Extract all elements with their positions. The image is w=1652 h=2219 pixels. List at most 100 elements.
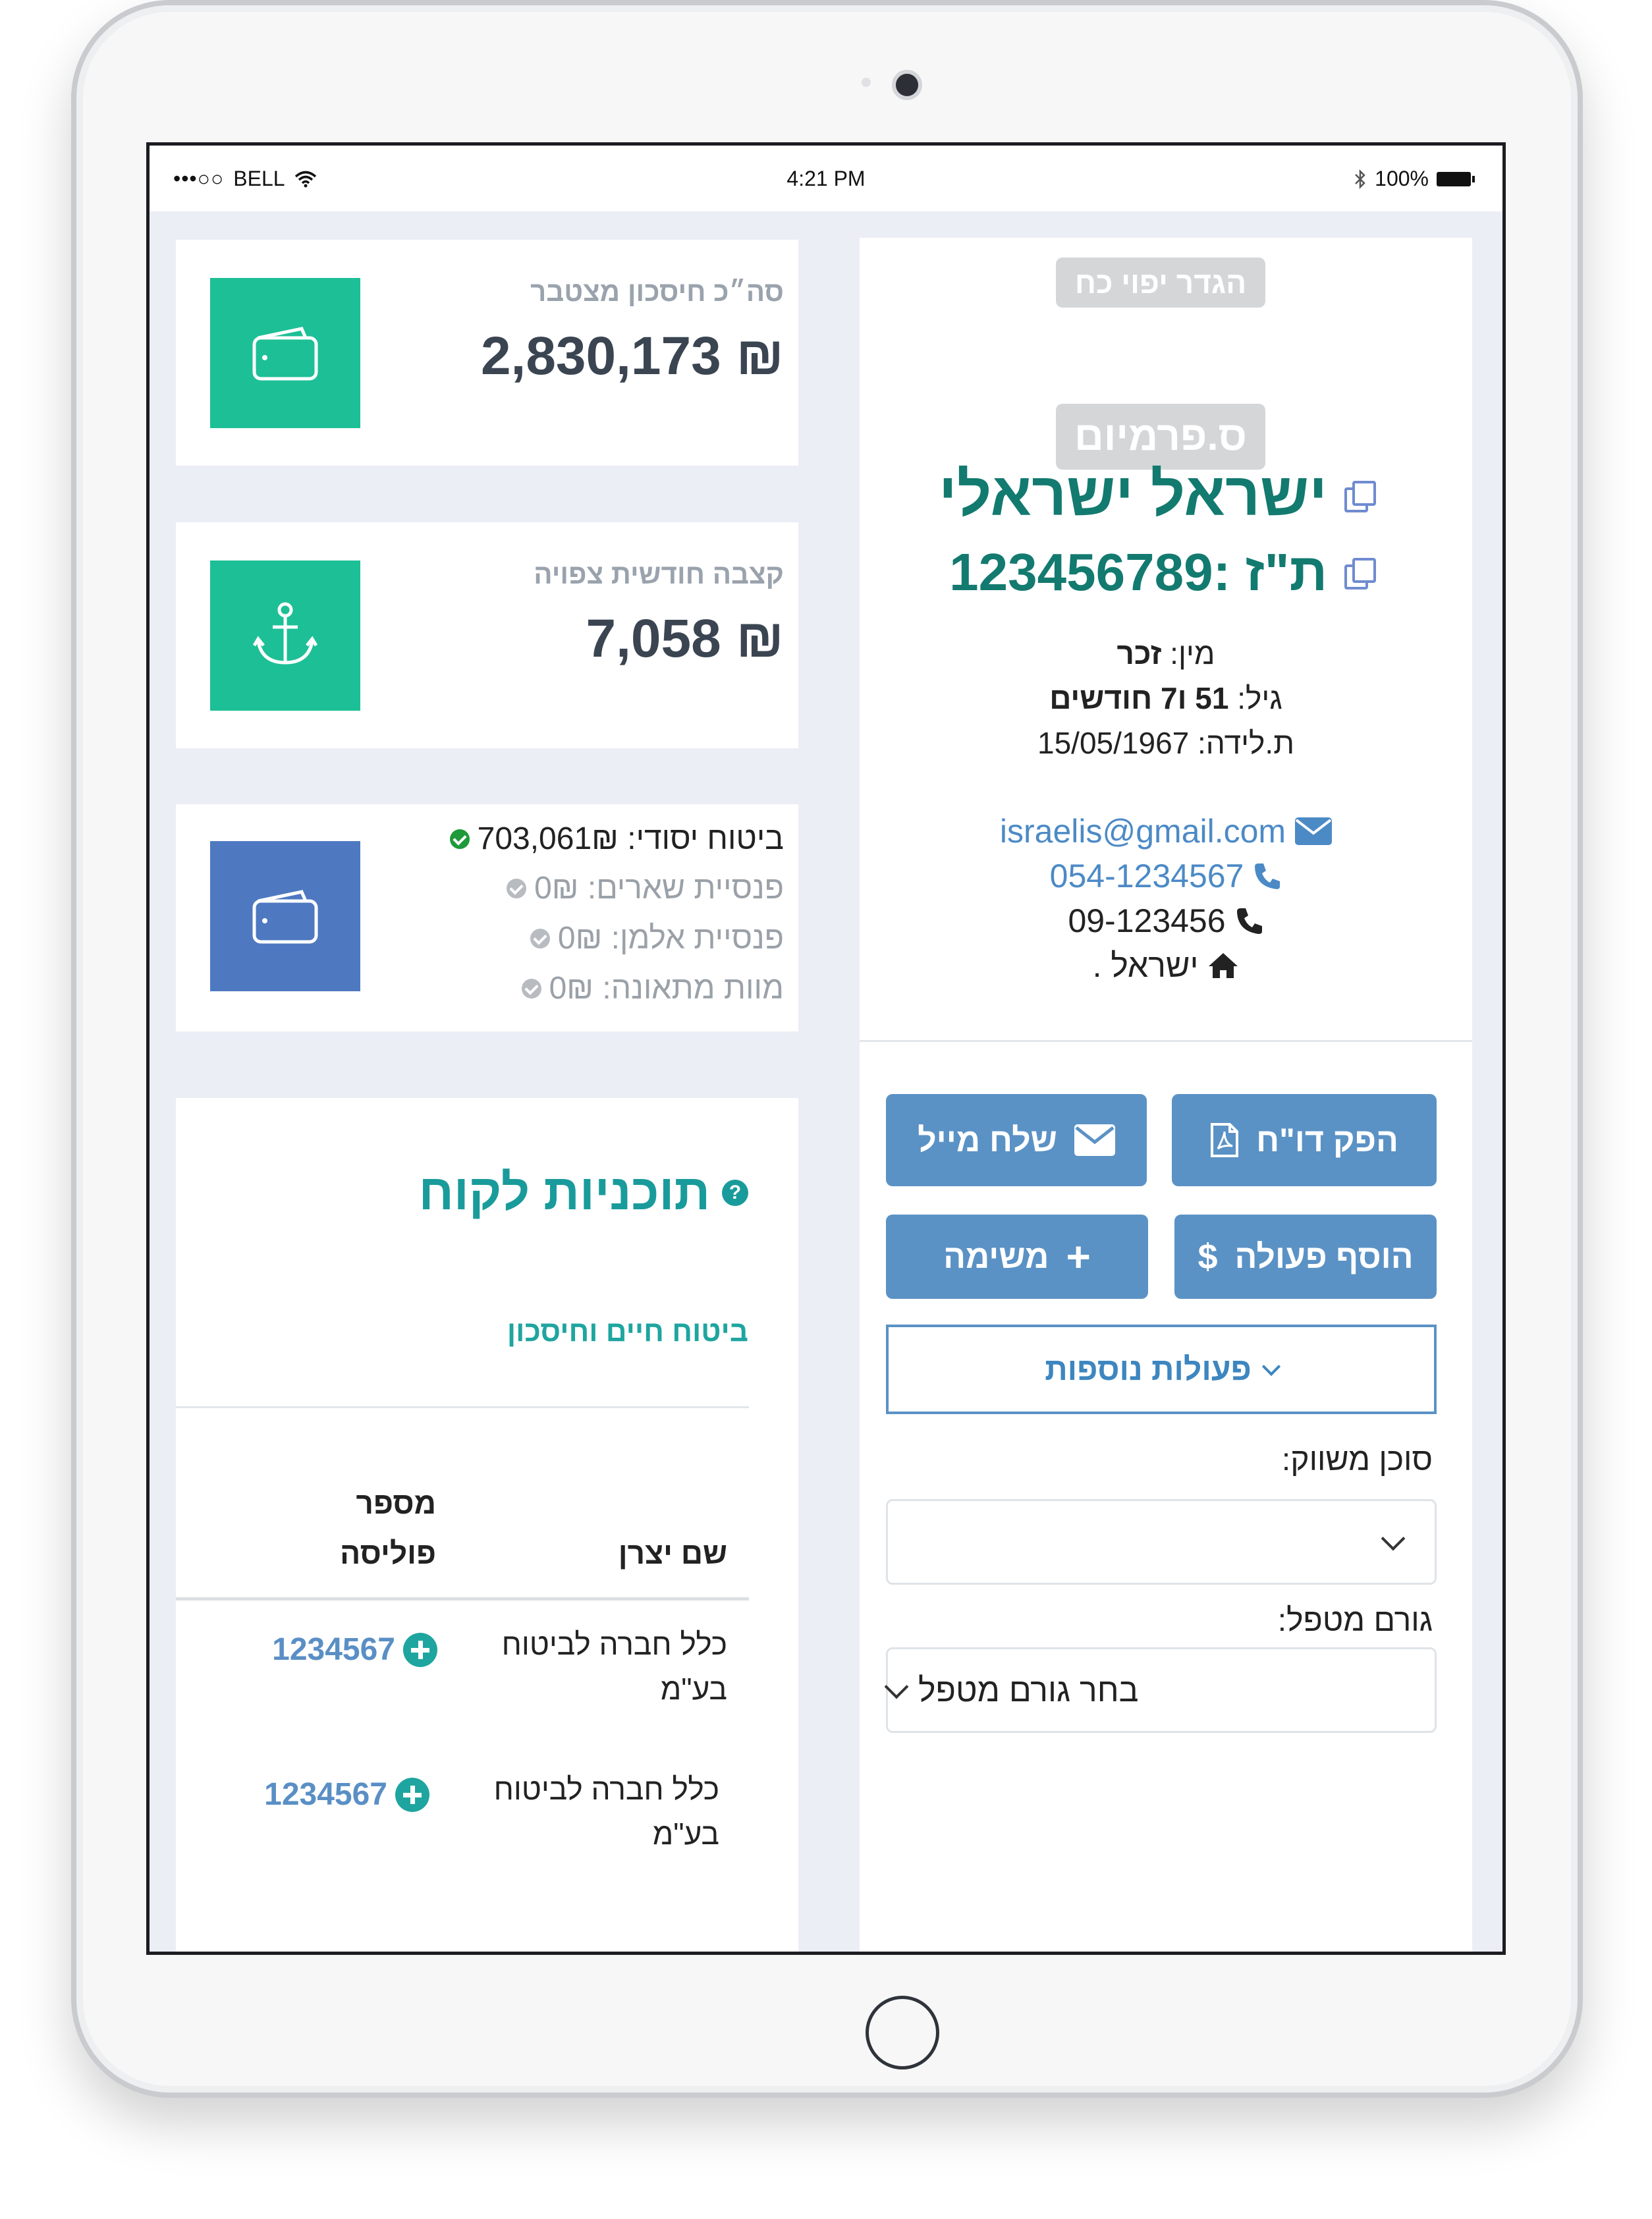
envelope-icon: [1074, 1124, 1115, 1156]
gender-value: זכר: [1116, 636, 1162, 671]
add-task-label[interactable]: משימה: [943, 1238, 1049, 1276]
anchor-icon: [210, 561, 360, 711]
wallet-icon: [210, 278, 360, 428]
plus-circle-icon[interactable]: [403, 1632, 437, 1667]
plus-icon: +: [1066, 1233, 1091, 1280]
phone-line[interactable]: 09-123456: [860, 902, 1472, 940]
plans-category-link[interactable]: ביטוח חיים וחיסכון: [507, 1315, 748, 1348]
handler-select[interactable]: בחר גורם מטפל: [884, 1647, 1437, 1733]
address-line: ישראל .: [860, 946, 1472, 985]
home-icon: [1209, 953, 1238, 978]
client-id-text: ת"ז :123456789: [949, 543, 1327, 601]
status-time: 4:21 PM: [786, 167, 866, 190]
generate-report-button[interactable]: הפק דו"ח: [1172, 1094, 1437, 1186]
more-actions-label[interactable]: פעולות נוספות: [1045, 1352, 1252, 1388]
add-action-button[interactable]: $ הוסף פעולה: [1174, 1215, 1437, 1299]
coverage-accidental-death: מוות מתאונה: 0₪: [521, 970, 784, 1006]
coverage-basic: ביטוח יסודי: 703,061₪: [449, 821, 784, 857]
help-icon[interactable]: ?: [722, 1179, 748, 1206]
manufacturer-cell-line2: בע"מ: [652, 1817, 719, 1851]
manufacturer-cell-line1: כלל חברה לביטוח: [501, 1627, 727, 1661]
screen: •••○○ BELL 4:21 PM 100% סה״כ חיסכון מצטב…: [146, 142, 1506, 1955]
age-value: 51 ו7 חודשים: [1049, 681, 1229, 715]
chevron-down-icon: [1261, 1357, 1280, 1377]
col-policy-header-line2: פוליסה: [340, 1536, 436, 1570]
wallet-icon: [210, 841, 360, 991]
handler-label: גורם מטפל:: [1277, 1603, 1433, 1638]
copy-icon[interactable]: [1343, 557, 1376, 589]
coverage-survivors: פנסיית שארים: 0₪: [507, 870, 784, 906]
coverage-widow: פנסיית אלמן: 0₪: [530, 920, 784, 956]
total-savings-value: ₪ 2,830,173: [480, 326, 784, 386]
copy-icon[interactable]: [1343, 479, 1376, 512]
coverage-survivors-label: פנסיית שארים: 0₪: [534, 871, 784, 906]
total-savings-card: סה״כ חיסכון מצטבר ₪ 2,830,173: [176, 240, 798, 466]
manufacturer-cell-line2: בע"מ: [660, 1672, 727, 1706]
handler-value[interactable]: בחר גורם מטפל: [918, 1671, 1139, 1709]
dollar-icon: $: [1198, 1237, 1218, 1276]
send-email-button[interactable]: שלח מייל: [886, 1094, 1147, 1186]
client-name: ישראל ישראלי: [938, 460, 1376, 530]
send-email-label[interactable]: שלח מייל: [918, 1121, 1057, 1159]
premium-badge: ס.פרמיום: [1056, 404, 1265, 470]
envelope-icon: [1295, 817, 1333, 845]
add-action-label[interactable]: הוסף פעולה: [1235, 1238, 1414, 1276]
phone-icon: [1236, 908, 1262, 934]
manufacturer-cell-line1: כלל חברה לביטוח: [493, 1772, 719, 1806]
age-label: גיל:: [1237, 681, 1282, 715]
email-line[interactable]: israelis@gmail.com: [860, 812, 1472, 850]
plans-title: תוכניות לקוח ?: [419, 1164, 748, 1221]
phone-number[interactable]: 09-123456: [1068, 902, 1225, 940]
marketing-agent-select[interactable]: [886, 1499, 1437, 1585]
add-task-button[interactable]: משימה +: [886, 1215, 1148, 1299]
age-line: גיל: 51 ו7 חודשים: [860, 680, 1472, 716]
client-profile-card: הגדר יפוי כח ס.פרמיום ישראל ישראלי ת"ז :…: [860, 238, 1472, 1952]
mobile-link[interactable]: 054-1234567: [1050, 857, 1244, 895]
phone-icon: [1255, 863, 1280, 889]
col-manufacturer-header: שם יצרן: [618, 1536, 727, 1570]
policy-cell[interactable]: 1234567: [264, 1776, 429, 1813]
more-actions-dropdown[interactable]: פעולות נוספות: [886, 1325, 1437, 1414]
monthly-annuity-label: קצבה חודשית צפויה: [534, 559, 784, 589]
client-name-text: ישראל ישראלי: [938, 461, 1327, 528]
bluetooth-icon: [1355, 169, 1365, 189]
chevron-down-icon: [1381, 1526, 1406, 1551]
check-circle-icon: [521, 978, 541, 999]
battery-percent: 100%: [1375, 167, 1429, 190]
home-button[interactable]: [866, 1996, 939, 2069]
coverage-basic-label: ביטוח יסודי: 703,061₪: [477, 821, 784, 856]
gender-line: מין: זכר: [860, 636, 1472, 671]
light-sensor: [862, 78, 871, 87]
pdf-icon: [1211, 1123, 1239, 1157]
marketing-agent-label: סוכן משווק:: [1281, 1442, 1433, 1477]
check-circle-icon: [530, 928, 550, 948]
gender-label: מין:: [1170, 636, 1215, 671]
divider: [860, 1040, 1472, 1042]
policy-number[interactable]: 1234567: [272, 1631, 395, 1668]
chevron-down-icon: [884, 1674, 909, 1699]
col-policy-header-line1: מספר: [356, 1486, 436, 1520]
battery-icon: [1437, 171, 1475, 186]
plus-circle-icon[interactable]: [395, 1777, 429, 1812]
monthly-annuity-value: ₪ 7,058: [586, 609, 784, 669]
coverage-card: ביטוח יסודי: 703,061₪ פנסיית שארים: 0₪ פ…: [176, 804, 798, 1031]
check-circle-icon: [449, 829, 470, 849]
birth-label: ת.לידה:: [1198, 726, 1294, 760]
power-of-attorney-badge[interactable]: הגדר יפוי כח: [1056, 258, 1265, 308]
check-circle-icon: [507, 878, 527, 898]
address-text: ישראל .: [1092, 947, 1199, 984]
front-camera: [892, 70, 922, 100]
coverage-accidental-death-label: מוות מתאונה: 0₪: [549, 971, 784, 1006]
client-id: ת"ז :123456789: [949, 542, 1376, 603]
policy-number[interactable]: 1234567: [264, 1776, 387, 1813]
client-plans-card: תוכניות לקוח ? ביטוח חיים וחיסכון מספר פ…: [176, 1098, 798, 1952]
coverage-widow-label: פנסיית אלמן: 0₪: [557, 921, 784, 956]
policy-cell[interactable]: 1234567: [272, 1631, 437, 1668]
plans-title-text: תוכניות לקוח: [418, 1164, 710, 1220]
birth-line: ת.לידה: 15/05/1967: [860, 725, 1472, 761]
email-link[interactable]: israelis@gmail.com: [1000, 812, 1286, 850]
generate-report-label[interactable]: הפק דו"ח: [1256, 1121, 1398, 1159]
total-savings-label: סה״כ חיסכון מצטבר: [530, 276, 784, 307]
mobile-line[interactable]: 054-1234567: [860, 857, 1472, 895]
status-bar: •••○○ BELL 4:21 PM 100%: [150, 146, 1502, 211]
